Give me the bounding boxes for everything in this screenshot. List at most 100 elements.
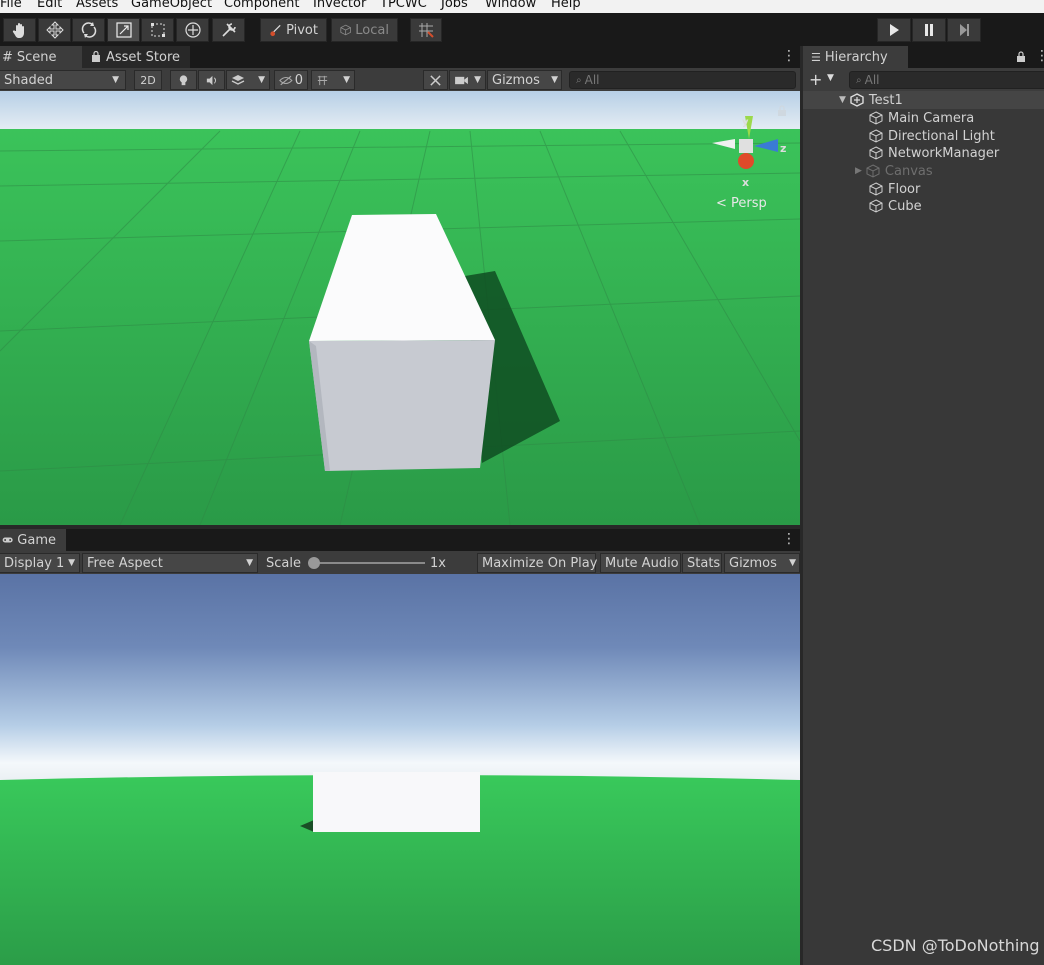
hierarchy-item-label: Canvas [884,163,933,179]
scale-label: Scale [266,555,301,571]
gamepad-icon [2,537,13,543]
menu-assets[interactable]: Assets [76,0,118,11]
hierarchy-item-floor[interactable]: Floor [803,180,1044,198]
menu-gameobject[interactable]: GameObject [131,0,212,11]
pivot-toggle[interactable]: Pivot [260,18,327,42]
hand-tool-icon [12,23,24,38]
local-toggle[interactable]: Local [331,18,398,42]
scene-search-input[interactable]: ⌕ All [569,71,796,89]
transform-tool-button[interactable] [176,18,209,42]
hidden-objects-toggle[interactable]: 0 [274,70,308,90]
draw-mode-dropdown[interactable]: Shaded ▼ [0,70,126,90]
hierarchy-item-directional-light[interactable]: Directional Light [803,127,1044,145]
display-dropdown[interactable]: Display 1 ▼ [0,553,80,573]
game-gizmos-dropdown[interactable]: Gizmos ▼ [724,553,800,573]
chevron-down-icon: ▼ [474,75,481,85]
gizmos-dropdown[interactable]: Gizmos ▼ [487,70,562,90]
cube-front [309,340,495,471]
maximize-label: Maximize On Play [482,555,598,571]
menu-jobs[interactable]: Jobs [441,0,468,11]
hierarchy-scene-row[interactable]: ▼ Test1 [803,91,1044,109]
menu-invector[interactable]: Invector [313,0,366,11]
hierarchy-search-input[interactable]: ⌕ All [849,71,1044,89]
menu-edit[interactable]: Edit [37,0,62,11]
search-icon: ⌕ [576,74,582,86]
chevron-down-icon: ▼ [112,75,119,85]
game-tabbar: Game ⋮ [0,529,800,551]
audio-toggle[interactable] [198,70,225,90]
effects-dropdown[interactable]: ▼ [226,70,270,90]
aspect-dropdown[interactable]: Free Aspect ▼ [82,553,258,573]
move-tool-button[interactable] [38,18,71,42]
rect-tool-button[interactable] [141,18,174,42]
chevron-down-icon[interactable]: ▼ [827,73,834,83]
scene-tabbar: # Scene Asset Store ⋮ [0,46,800,68]
scene-viewport[interactable]: y z x < Persp [0,91,800,525]
gameobject-cube-icon [866,164,880,178]
stats-label: Stats [687,555,721,571]
game-gizmos-label: Gizmos [729,555,777,571]
grid-visibility-dropdown[interactable]: ▼ [311,70,355,90]
collapse-arrow-icon[interactable]: ▼ [839,95,846,105]
mute-label: Mute Audio [605,555,679,571]
gizmo-y-label: y [742,117,749,128]
play-icon [890,24,899,36]
mute-audio-toggle[interactable]: Mute Audio [600,553,681,573]
speaker-icon [206,75,216,85]
scene-name: Test1 [868,92,903,108]
pause-button[interactable] [912,18,946,42]
rotate-tool-button[interactable] [72,18,105,42]
mode-2d-toggle[interactable]: 2D [134,70,162,90]
gizmo-lock-icon[interactable] [777,105,787,117]
menu-window[interactable]: Window [485,0,536,11]
tab-hierarchy[interactable]: ☰ Hierarchy [803,46,908,68]
scene-search-placeholder: All [584,73,600,87]
tools-toggle[interactable] [423,70,448,90]
local-cube-icon [340,24,351,36]
hierarchy-menu-icon[interactable]: ⋮ [1035,49,1044,65]
step-icon [960,24,969,36]
mode-2d-label: 2D [140,73,156,87]
maximize-on-play-toggle[interactable]: Maximize On Play [477,553,598,573]
lock-icon[interactable] [1016,51,1026,63]
scale-slider-track[interactable] [310,562,425,564]
expand-arrow-icon[interactable]: ▶ [855,166,862,176]
menu-file[interactable]: File [0,0,22,11]
gizmo-z-label: z [780,142,786,155]
tab-asset-store[interactable]: Asset Store [82,46,190,68]
gizmo-x-label: x [742,176,749,189]
game-viewport[interactable] [0,574,800,965]
hierarchy-item-main-camera[interactable]: Main Camera [803,109,1044,127]
game-menu-icon[interactable]: ⋮ [782,532,796,548]
stats-toggle[interactable]: Stats [682,553,722,573]
camera-dropdown[interactable]: ▼ [449,70,486,90]
step-button[interactable] [947,18,981,42]
hand-tool-button[interactable] [3,18,36,42]
tab-scene[interactable]: # Scene [0,46,82,68]
grid-snap-button[interactable] [410,18,442,42]
scale-slider-handle[interactable] [308,557,320,569]
wrench-icon [430,74,441,86]
custom-tool-button[interactable] [212,18,245,42]
menu-help[interactable]: Help [551,0,581,11]
add-icon[interactable]: + [809,70,822,89]
play-button[interactable] [877,18,911,42]
list-icon: ☰ [811,50,821,64]
tab-game[interactable]: Game [0,529,66,551]
scale-tool-button[interactable] [107,18,140,42]
hierarchy-item-canvas[interactable]: ▶ Canvas [803,162,1044,180]
lighting-toggle[interactable] [170,70,197,90]
scene-gizmo[interactable]: y z x < Persp [700,105,795,210]
hierarchy-item-cube[interactable]: Cube [803,197,1044,215]
menu-component[interactable]: Component [224,0,299,11]
pause-icon [925,24,933,36]
chevron-down-icon: ▼ [68,558,75,568]
gizmo-persp-label[interactable]: < Persp [716,196,767,210]
scale-tool-icon [115,22,132,38]
scene-menu-icon[interactable]: ⋮ [782,49,796,65]
pivot-icon [270,24,281,37]
hierarchy-search-placeholder: All [864,73,880,87]
hierarchy-item-networkmanager[interactable]: NetworkManager [803,144,1044,162]
eye-hidden-icon [279,75,293,85]
menu-tpcwc[interactable]: TPCWC [380,0,427,11]
